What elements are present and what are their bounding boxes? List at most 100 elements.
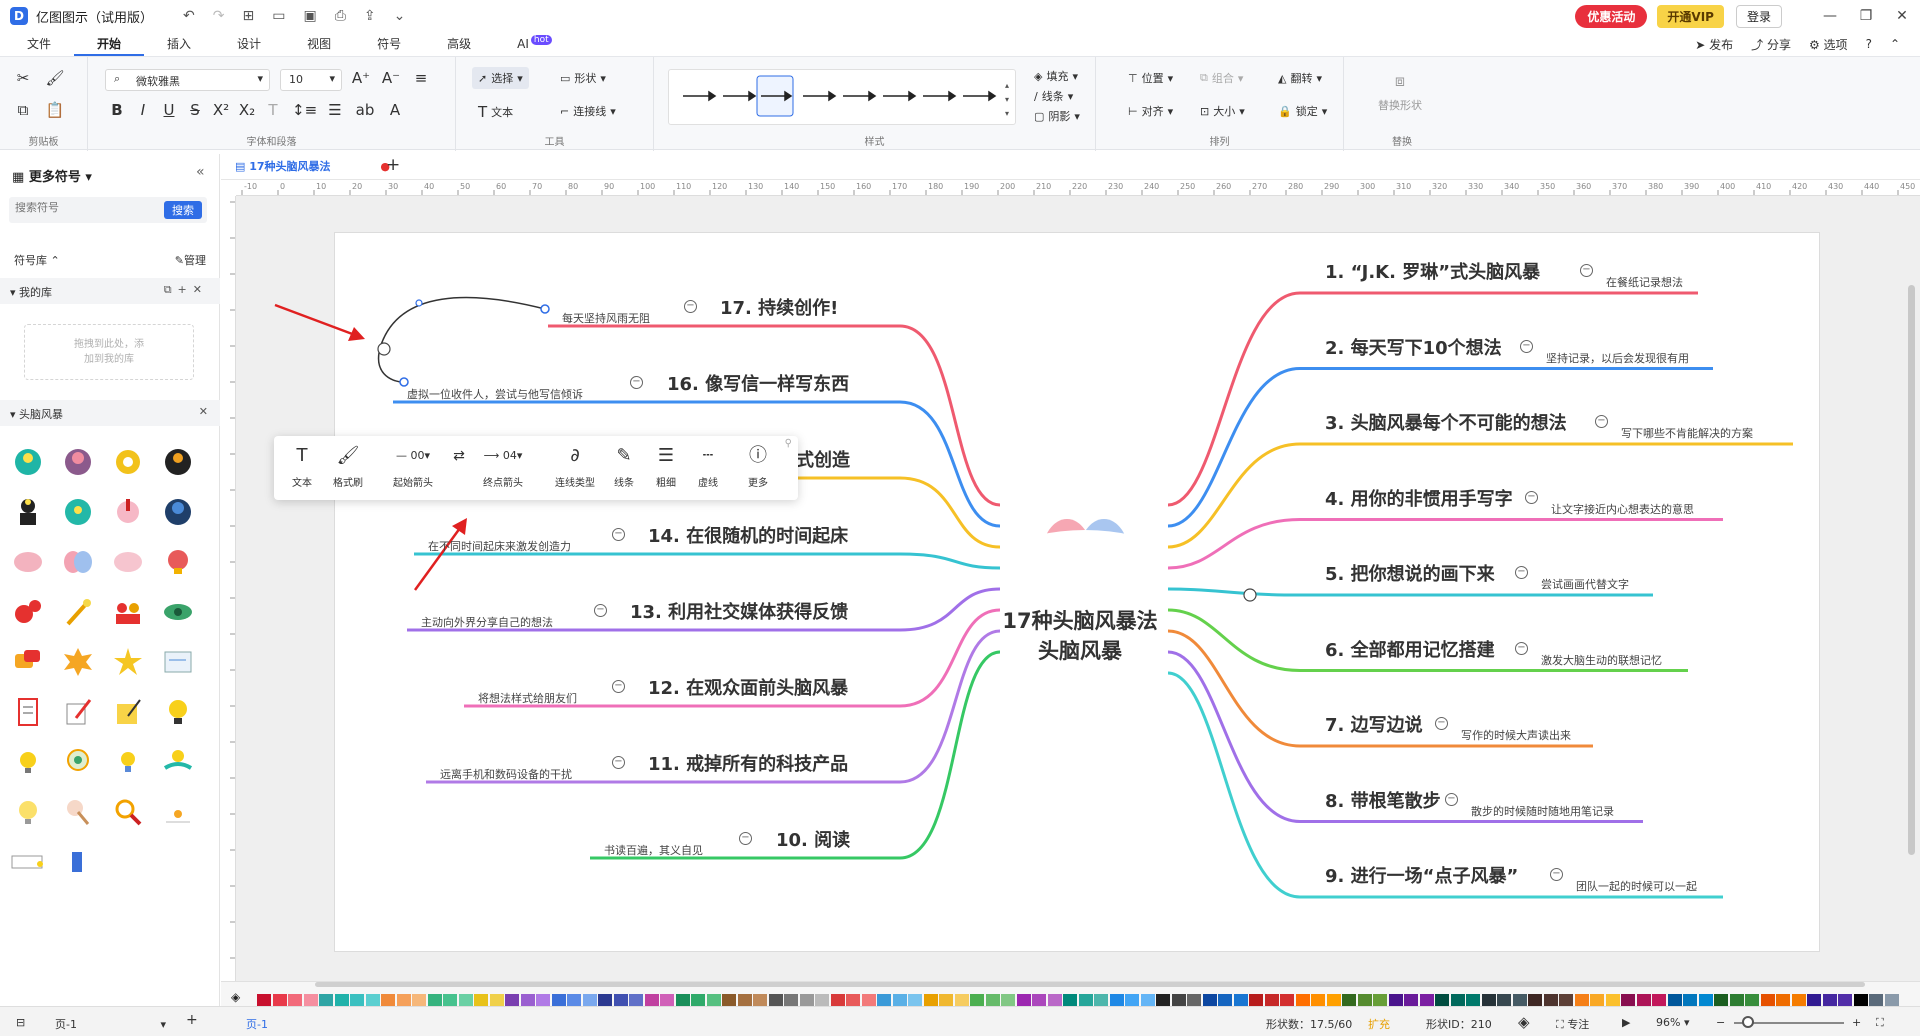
document-tab[interactable]: ▤ 17种头脑风暴法 ● [235,158,390,174]
my-library-header[interactable]: ▾ 我的库 ⧉+✕ [0,278,220,304]
minimize-icon[interactable]: — [1812,8,1848,24]
tab-view[interactable]: 视图 [284,32,354,56]
more-symbols-button[interactable]: ▦ 更多符号 ▾ [12,166,92,185]
new-icon[interactable]: ⊞ [242,8,254,24]
collapse-panel-icon[interactable]: « [196,164,205,180]
collapse-toggle-icon[interactable]: − [1520,339,1533,353]
font-color-icon[interactable]: A [384,101,406,119]
ft-start-arrow-button[interactable]: — 00▾ 起始箭头 [384,444,442,489]
paste-icon[interactable]: 📋 [44,101,66,119]
brainstorm-category-header[interactable]: ▾ 头脑风暴 ✕ [0,400,220,426]
group-button[interactable]: ⧉ 组合 ▾ [1200,70,1243,86]
collapse-toggle-icon[interactable]: − [684,300,697,313]
new-tab-button[interactable]: + [386,155,400,175]
eye-symbol[interactable] [160,594,196,630]
topic-node-note[interactable]: 散步的时候随时随地用笔记录 [1471,803,1614,819]
topic-node-title[interactable]: 14. 在很随机的时间起床 [648,522,848,548]
horizontal-scrollbar[interactable] [315,982,1865,987]
ft-format-painter-button[interactable]: 🖌 格式刷 [326,444,370,489]
topic-node-note[interactable]: 在不同时间起床来激发创造力 [428,538,571,554]
bulb-gears-symbol[interactable] [60,744,96,780]
tab-home[interactable]: 开始 [74,32,145,56]
save-icon[interactable]: ▣ [303,8,316,24]
expand-button[interactable]: 扩充 [1368,1016,1390,1032]
collapse-toggle-icon[interactable]: − [1595,415,1608,428]
topic-node-title[interactable]: 3. 头脑风暴每个不可能的想法 [1325,409,1567,435]
font-family-select[interactable]: ⌕ 微软雅黑 ▾ [105,69,270,91]
subscript-icon[interactable]: X₂ [236,101,258,119]
topic-node-note[interactable]: 在餐纸记录想法 [1606,274,1683,290]
more-icon[interactable]: ⌄ [394,8,406,24]
close-icon[interactable]: ✕ [1884,8,1920,24]
red-gears-symbol[interactable] [10,594,46,630]
connector-button[interactable]: ⌐ 连接线 ▾ [560,103,616,119]
fit-page-icon[interactable]: ⛶ [1876,1016,1884,1030]
checklist-symbol[interactable] [10,694,46,730]
shadow-button[interactable]: ▢ 阴影 ▾ [1034,108,1080,124]
ft-line-button[interactable]: ✎ 线条 [606,444,642,489]
topic-node-title[interactable]: 1. “J.K. 罗琳”式头脑风暴 [1325,258,1540,284]
share-button[interactable]: ⤴ 分享 [1751,36,1791,53]
magnifier-symbol[interactable] [110,794,146,830]
center-node[interactable]: 17种头脑风暴法 头脑风暴 [960,606,1200,666]
collapse-toggle-icon[interactable]: − [630,376,643,389]
bullets-icon[interactable]: ☰ [324,101,346,119]
line-button[interactable]: ∕ 线条 ▾ [1034,88,1073,104]
writing-symbol[interactable] [60,694,96,730]
shape-button[interactable]: ▭ 形状 ▾ [560,70,606,86]
topic-node-title[interactable]: 12. 在观众面前头脑风暴 [648,674,848,700]
collapse-toggle-icon[interactable]: − [1550,868,1563,881]
head-brain-symbol[interactable] [60,444,96,480]
ft-dashed-button[interactable]: ┄ 虚线 [690,444,726,489]
page-tab[interactable]: 页-1 [246,1016,268,1032]
text-case-icon[interactable]: ab [354,101,376,119]
drawing-canvas[interactable] [236,196,1920,981]
ft-end-arrow-button[interactable]: ⟶ 04▾ 终点箭头 [474,444,532,489]
notepad-symbol[interactable] [110,694,146,730]
head-blue-symbol[interactable] [160,494,196,530]
topic-node-title[interactable]: 6. 全部都用记忆搭建 [1325,636,1495,662]
ft-connector-type-button[interactable]: ∂ 连线类型 [552,444,598,489]
lock-button[interactable]: 🔒 锁定 ▾ [1278,103,1327,119]
superscript-icon[interactable]: X² [210,101,232,119]
topic-node-title[interactable]: 2. 每天写下10个想法 [1325,334,1502,360]
replace-shape-button[interactable]: ⧈ 替换形状 [1378,71,1422,113]
team-symbol[interactable] [110,594,146,630]
lightbulb-symbol[interactable] [160,694,196,730]
topic-node-note[interactable]: 坚持记录，以后会发现很有用 [1546,350,1689,366]
tab-insert[interactable]: 插入 [144,32,214,56]
phone-symbol[interactable] [60,844,96,880]
play-icon[interactable]: ▶ [1622,1016,1630,1029]
fill-bucket-icon[interactable]: ◈ [231,990,240,1004]
topic-node-title[interactable]: 9. 进行一场“点子风暴” [1325,862,1518,888]
options-button[interactable]: ⚙ 选项 [1809,36,1848,53]
font-shrink-icon[interactable]: A⁻ [380,69,402,87]
topic-node-title[interactable]: 式创造 [796,446,850,472]
bold-icon[interactable]: B [106,101,128,119]
ft-more-button[interactable]: ⓘ 更多 [740,444,776,489]
bulb-rays-symbol[interactable] [10,744,46,780]
text-clear-icon[interactable]: T [262,101,284,119]
topic-node-note[interactable]: 尝试画画代替文字 [1541,576,1629,592]
topic-node-title[interactable]: 4. 用你的非惯用手写字 [1325,485,1513,511]
select-button[interactable]: ➚ 选择 ▾ [472,67,529,89]
topic-node-note[interactable]: 写作的时候大声读出来 [1461,727,1571,743]
strikethrough-icon[interactable]: S [184,101,206,119]
slide-symbol[interactable] [10,844,46,880]
brain-bulb-symbol[interactable] [160,544,196,580]
topic-node-title[interactable]: 17. 持续创作! [720,294,838,320]
open-icon[interactable]: ▭ [272,8,285,24]
collapse-ribbon-icon[interactable]: ⌃ [1890,37,1900,51]
promo-button[interactable]: 优惠活动 [1575,4,1648,28]
ft-swap-button[interactable]: ⇄ [450,444,468,468]
vip-button[interactable]: 开通VIP [1657,4,1724,28]
gears-symbol[interactable] [110,444,146,480]
search-button[interactable]: 搜索 [164,201,202,219]
tab-file[interactable]: 文件 [4,32,74,56]
size-button[interactable]: ⊡ 大小 ▾ [1200,103,1245,119]
cut-icon[interactable]: ✂ [12,69,34,87]
line-spacing-icon[interactable]: ↕≡ [292,101,317,119]
copy-icon[interactable]: ⧉ [12,101,34,119]
person-idea-symbol[interactable] [10,494,46,530]
topic-node-note[interactable]: 团队一起的时候可以一起 [1576,878,1697,894]
